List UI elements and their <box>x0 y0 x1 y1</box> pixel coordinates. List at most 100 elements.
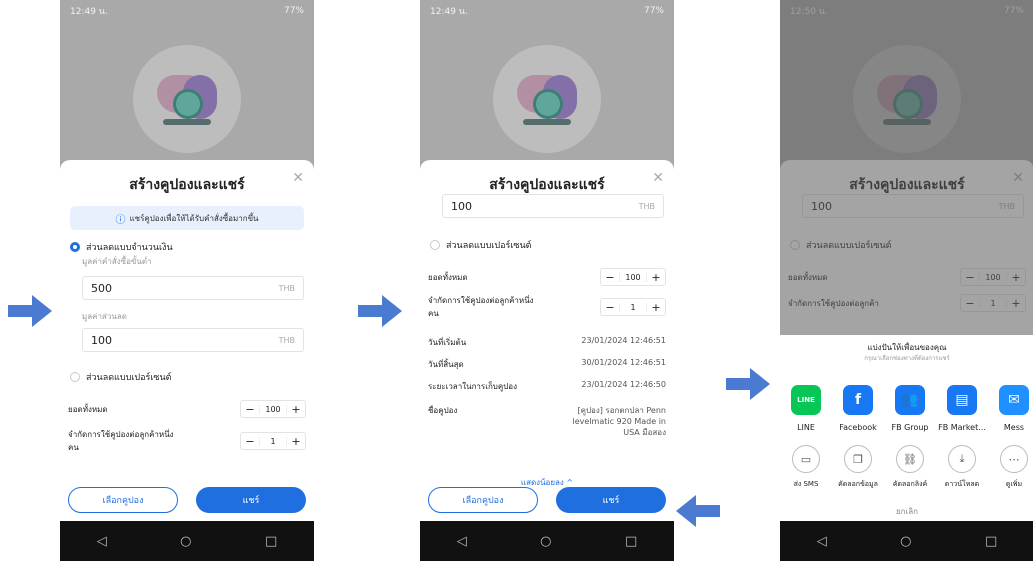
radio-selected-icon <box>70 242 80 252</box>
limit-stepper[interactable]: − 1 + <box>240 432 306 450</box>
share-app-label: Facebook <box>839 423 877 432</box>
limit-value: 1 <box>259 436 287 446</box>
share-app-label: FB Market... <box>938 423 986 432</box>
select-coupon-button[interactable]: เลือกคูปอง <box>68 487 178 513</box>
end-date-value: 30/01/2024 12:46:51 <box>581 358 666 367</box>
collect-period-row[interactable]: ระยะเวลาในการเก็บคูปอง 23/01/2024 12:46:… <box>428 380 666 393</box>
home-icon[interactable]: ○ <box>540 534 551 549</box>
cancel-button[interactable]: ยกเลิก <box>780 505 1033 518</box>
share-tool-more[interactable]: ⋯ ดูเพิ่ม <box>988 445 1033 490</box>
coupon-illustration <box>133 45 241 153</box>
option-amount[interactable]: ส่วนลดแบบจำนวนเงิน <box>70 240 173 254</box>
plus-button[interactable]: + <box>287 435 305 448</box>
android-nav-bar: ◁ ○ □ <box>420 521 674 561</box>
minus-button[interactable]: − <box>961 297 979 310</box>
total-row: ยอดทั้งหมด − 100 + <box>428 268 666 286</box>
share-app-facebook[interactable]: f Facebook <box>832 385 884 432</box>
facebook-icon: f <box>843 385 873 415</box>
plus-button[interactable]: + <box>1007 297 1025 310</box>
status-time: 12:49 น. <box>430 7 468 17</box>
min-order-input[interactable]: 500 THB <box>82 276 304 300</box>
option-percent-label: ส่วนลดแบบเปอร์เซนต์ <box>446 241 532 251</box>
android-nav-bar: ◁ ○ □ <box>780 521 1033 561</box>
share-app-fb-group[interactable]: 👥 FB Group <box>884 385 936 432</box>
home-icon[interactable]: ○ <box>900 534 911 549</box>
status-bar: 12:50 น. 77% <box>780 0 1033 22</box>
total-stepper[interactable]: − 100 + <box>960 268 1026 286</box>
total-label: ยอดทั้งหมด <box>428 272 468 282</box>
fb-group-icon: 👥 <box>895 385 925 415</box>
select-coupon-button[interactable]: เลือกคูปอง <box>428 487 538 513</box>
recents-icon[interactable]: □ <box>985 534 997 549</box>
total-label: ยอดทั้งหมด <box>788 272 828 282</box>
share-tools-row: ▭ ส่ง SMS ❐ คัดลอกข้อมูล ⛓ คัดลอกลิงค์ ⤓ ดาวน์โ… <box>780 445 1033 490</box>
limit-stepper[interactable]: − 1 + <box>960 294 1026 312</box>
sheet-title: สร้างคูปองและแชร์ <box>489 177 605 193</box>
recents-icon[interactable]: □ <box>625 534 637 549</box>
plus-button[interactable]: + <box>647 271 665 284</box>
minus-button[interactable]: − <box>241 435 259 448</box>
download-icon: ⤓ <box>948 445 976 473</box>
limit-row: จำกัดการใช้คูปองต่อลูกค้าหนึ่งคน − 1 + <box>428 294 666 320</box>
total-stepper[interactable]: − 100 + <box>240 400 306 418</box>
discount-input[interactable]: 100 THB <box>82 328 304 352</box>
limit-row: จำกัดการใช้คูปองต่อลูกค้า − 1 + <box>788 294 1026 312</box>
share-app-line[interactable]: LINE LINE <box>780 385 832 432</box>
android-nav-bar: ◁ ○ □ <box>60 521 314 561</box>
sms-icon: ▭ <box>792 445 820 473</box>
share-apps-row: LINE LINE f Facebook 👥 FB Group ▤ FB Market... ✉… <box>780 385 1033 432</box>
share-button[interactable]: แชร์ <box>196 487 306 513</box>
back-icon[interactable]: ◁ <box>817 534 827 549</box>
right-arrow-icon <box>726 368 770 400</box>
recents-icon[interactable]: □ <box>265 534 277 549</box>
close-icon[interactable]: ✕ <box>652 170 664 186</box>
option-percent[interactable]: ส่วนลดแบบเปอร์เซนต์ <box>70 370 172 384</box>
total-stepper[interactable]: − 100 + <box>600 268 666 286</box>
option-percent[interactable]: ส่วนลดแบบเปอร์เซนต์ <box>430 238 532 252</box>
total-row: ยอดทั้งหมด − 100 + <box>788 268 1026 286</box>
minus-button[interactable]: − <box>601 301 619 314</box>
currency-unit: THB <box>278 335 295 345</box>
plus-button[interactable]: + <box>647 301 665 314</box>
share-tool-sms[interactable]: ▭ ส่ง SMS <box>780 445 832 490</box>
currency-unit: THB <box>278 283 295 293</box>
right-arrow-icon <box>358 295 402 327</box>
plus-button[interactable]: + <box>287 403 305 416</box>
back-icon[interactable]: ◁ <box>457 534 467 549</box>
create-coupon-sheet: สร้างคูปองและแชร์ ✕ ⓘ แชร์คูปองเพื่อให้ไ… <box>60 160 314 521</box>
share-button[interactable]: แชร์ <box>556 487 666 513</box>
limit-stepper[interactable]: − 1 + <box>600 298 666 316</box>
minus-button[interactable]: − <box>601 271 619 284</box>
status-battery: 77% <box>1003 6 1024 16</box>
end-date-row[interactable]: วันที่สิ้นสุด 30/01/2024 12:46:51 <box>428 358 666 371</box>
discount-input[interactable]: 100 THB <box>802 194 1024 218</box>
status-time: 12:49 น. <box>70 7 108 17</box>
plus-button[interactable]: + <box>1007 271 1025 284</box>
coupon-name-row: ชื่อคูปอง [คูปอง] รอกตกปลา Penn levelmat… <box>428 404 666 439</box>
share-app-fb-marketplace[interactable]: ▤ FB Market... <box>936 385 988 432</box>
coupon-name-label: ชื่อคูปอง <box>428 406 458 415</box>
share-tool-copy-info[interactable]: ❐ คัดลอกข้อมูล <box>832 445 884 490</box>
option-percent[interactable]: ส่วนลดแบบเปอร์เซนต์ <box>790 238 892 252</box>
back-icon[interactable]: ◁ <box>97 534 107 549</box>
share-tool-label: ดาวน์โหลด <box>944 480 980 488</box>
start-date-row[interactable]: วันที่เริ่มต้น 23/01/2024 12:46:51 <box>428 336 666 349</box>
discount-value: 100 <box>811 199 832 213</box>
minus-button[interactable]: − <box>961 271 979 284</box>
total-value: 100 <box>979 272 1007 282</box>
share-tool-link[interactable]: ⛓ คัดลอกลิงค์ <box>884 445 936 490</box>
share-app-messenger[interactable]: ✉ Mess <box>988 385 1033 432</box>
radio-unselected-icon <box>430 240 440 250</box>
collect-period-label: ระยะเวลาในการเก็บคูปอง <box>428 382 518 391</box>
coupon-name-value: [คูปอง] รอกตกปลา Penn levelmatic 920 Mad… <box>572 406 666 437</box>
home-icon[interactable]: ○ <box>180 534 191 549</box>
share-tool-label: ดูเพิ่ม <box>1005 480 1023 488</box>
minus-button[interactable]: − <box>241 403 259 416</box>
limit-row: จำกัดการใช้คูปองต่อลูกค้าหนึ่งคน − 1 + <box>68 428 306 454</box>
share-tool-download[interactable]: ⤓ ดาวน์โหลด <box>936 445 988 490</box>
status-bar: 12:49 น. 77% <box>60 0 314 22</box>
discount-input[interactable]: 100 THB <box>442 194 664 218</box>
more-icon: ⋯ <box>1000 445 1028 473</box>
close-icon[interactable]: ✕ <box>292 170 304 186</box>
close-icon[interactable]: ✕ <box>1012 170 1024 186</box>
